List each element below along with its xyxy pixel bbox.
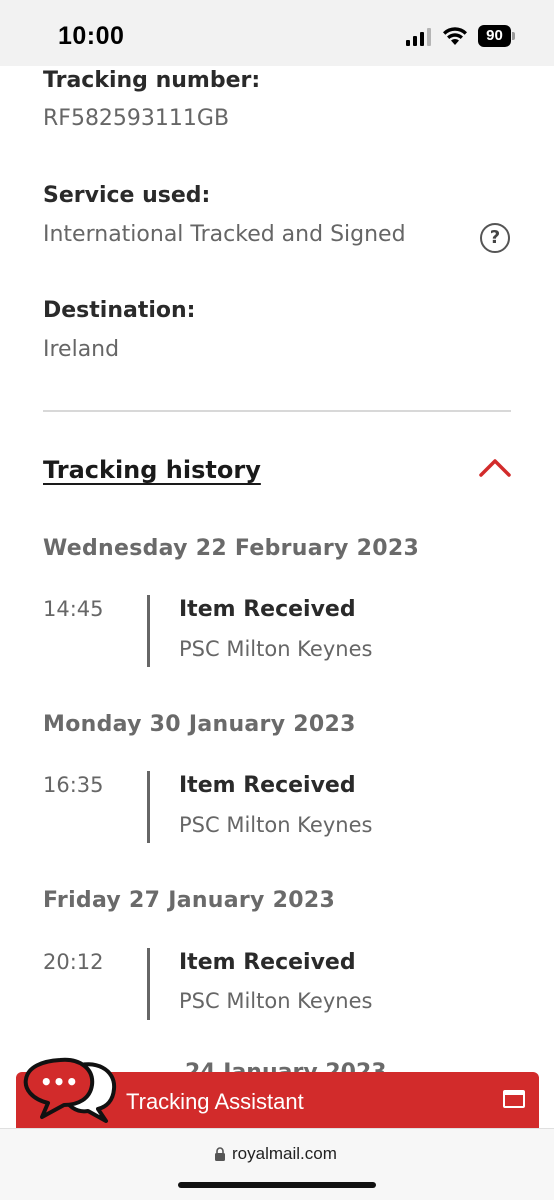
url-text[interactable]: royalmail.com: [232, 1144, 337, 1164]
event-status: Item Received: [179, 950, 356, 975]
event-location: PSC Milton Keynes: [179, 989, 373, 1013]
signal-icon: [406, 28, 431, 46]
browser-address-bar[interactable]: [0, 1128, 554, 1200]
battery-level: 90: [486, 27, 503, 44]
status-bar: 10:00 90: [0, 0, 554, 66]
event-time: 20:12: [43, 950, 104, 974]
battery-tip: [512, 32, 515, 40]
event-time: 16:35: [43, 773, 104, 797]
battery-icon: 90: [478, 25, 516, 47]
destination-label: Destination:: [43, 298, 196, 323]
lock-icon: [215, 1147, 225, 1161]
event-timeline-line: [147, 948, 150, 1020]
service-value: International Tracked and Signed: [43, 222, 406, 247]
tracking-number-label: Tracking number:: [43, 68, 261, 93]
window-icon[interactable]: [503, 1090, 525, 1108]
event-location: PSC Milton Keynes: [179, 813, 373, 837]
event-status: Item Received: [179, 773, 356, 798]
help-icon[interactable]: ?: [480, 223, 510, 253]
tracking-history-toggle[interactable]: Tracking history: [43, 456, 261, 484]
status-time: 10:00: [58, 22, 125, 50]
event-time: 14:45: [43, 597, 104, 621]
history-date: Wednesday 22 February 2023: [43, 536, 420, 561]
chevron-up-icon[interactable]: [478, 456, 512, 478]
service-label: Service used:: [43, 183, 211, 208]
chat-dots: •••: [40, 1070, 78, 1094]
event-timeline-line: [147, 771, 150, 843]
event-timeline-line: [147, 595, 150, 667]
wifi-icon: [443, 27, 467, 45]
section-divider: [43, 410, 511, 412]
event-location: PSC Milton Keynes: [179, 637, 373, 661]
history-date: Friday 27 January 2023: [43, 888, 336, 913]
history-date: Monday 30 January 2023: [43, 712, 356, 737]
tracking-assistant-label[interactable]: Tracking Assistant: [126, 1089, 304, 1115]
chat-bubbles-icon[interactable]: •••: [22, 1057, 118, 1123]
tracking-number-value: RF582593111GB: [43, 106, 230, 131]
destination-value: Ireland: [43, 337, 120, 362]
home-indicator[interactable]: [178, 1182, 376, 1188]
event-status: Item Received: [179, 597, 356, 622]
